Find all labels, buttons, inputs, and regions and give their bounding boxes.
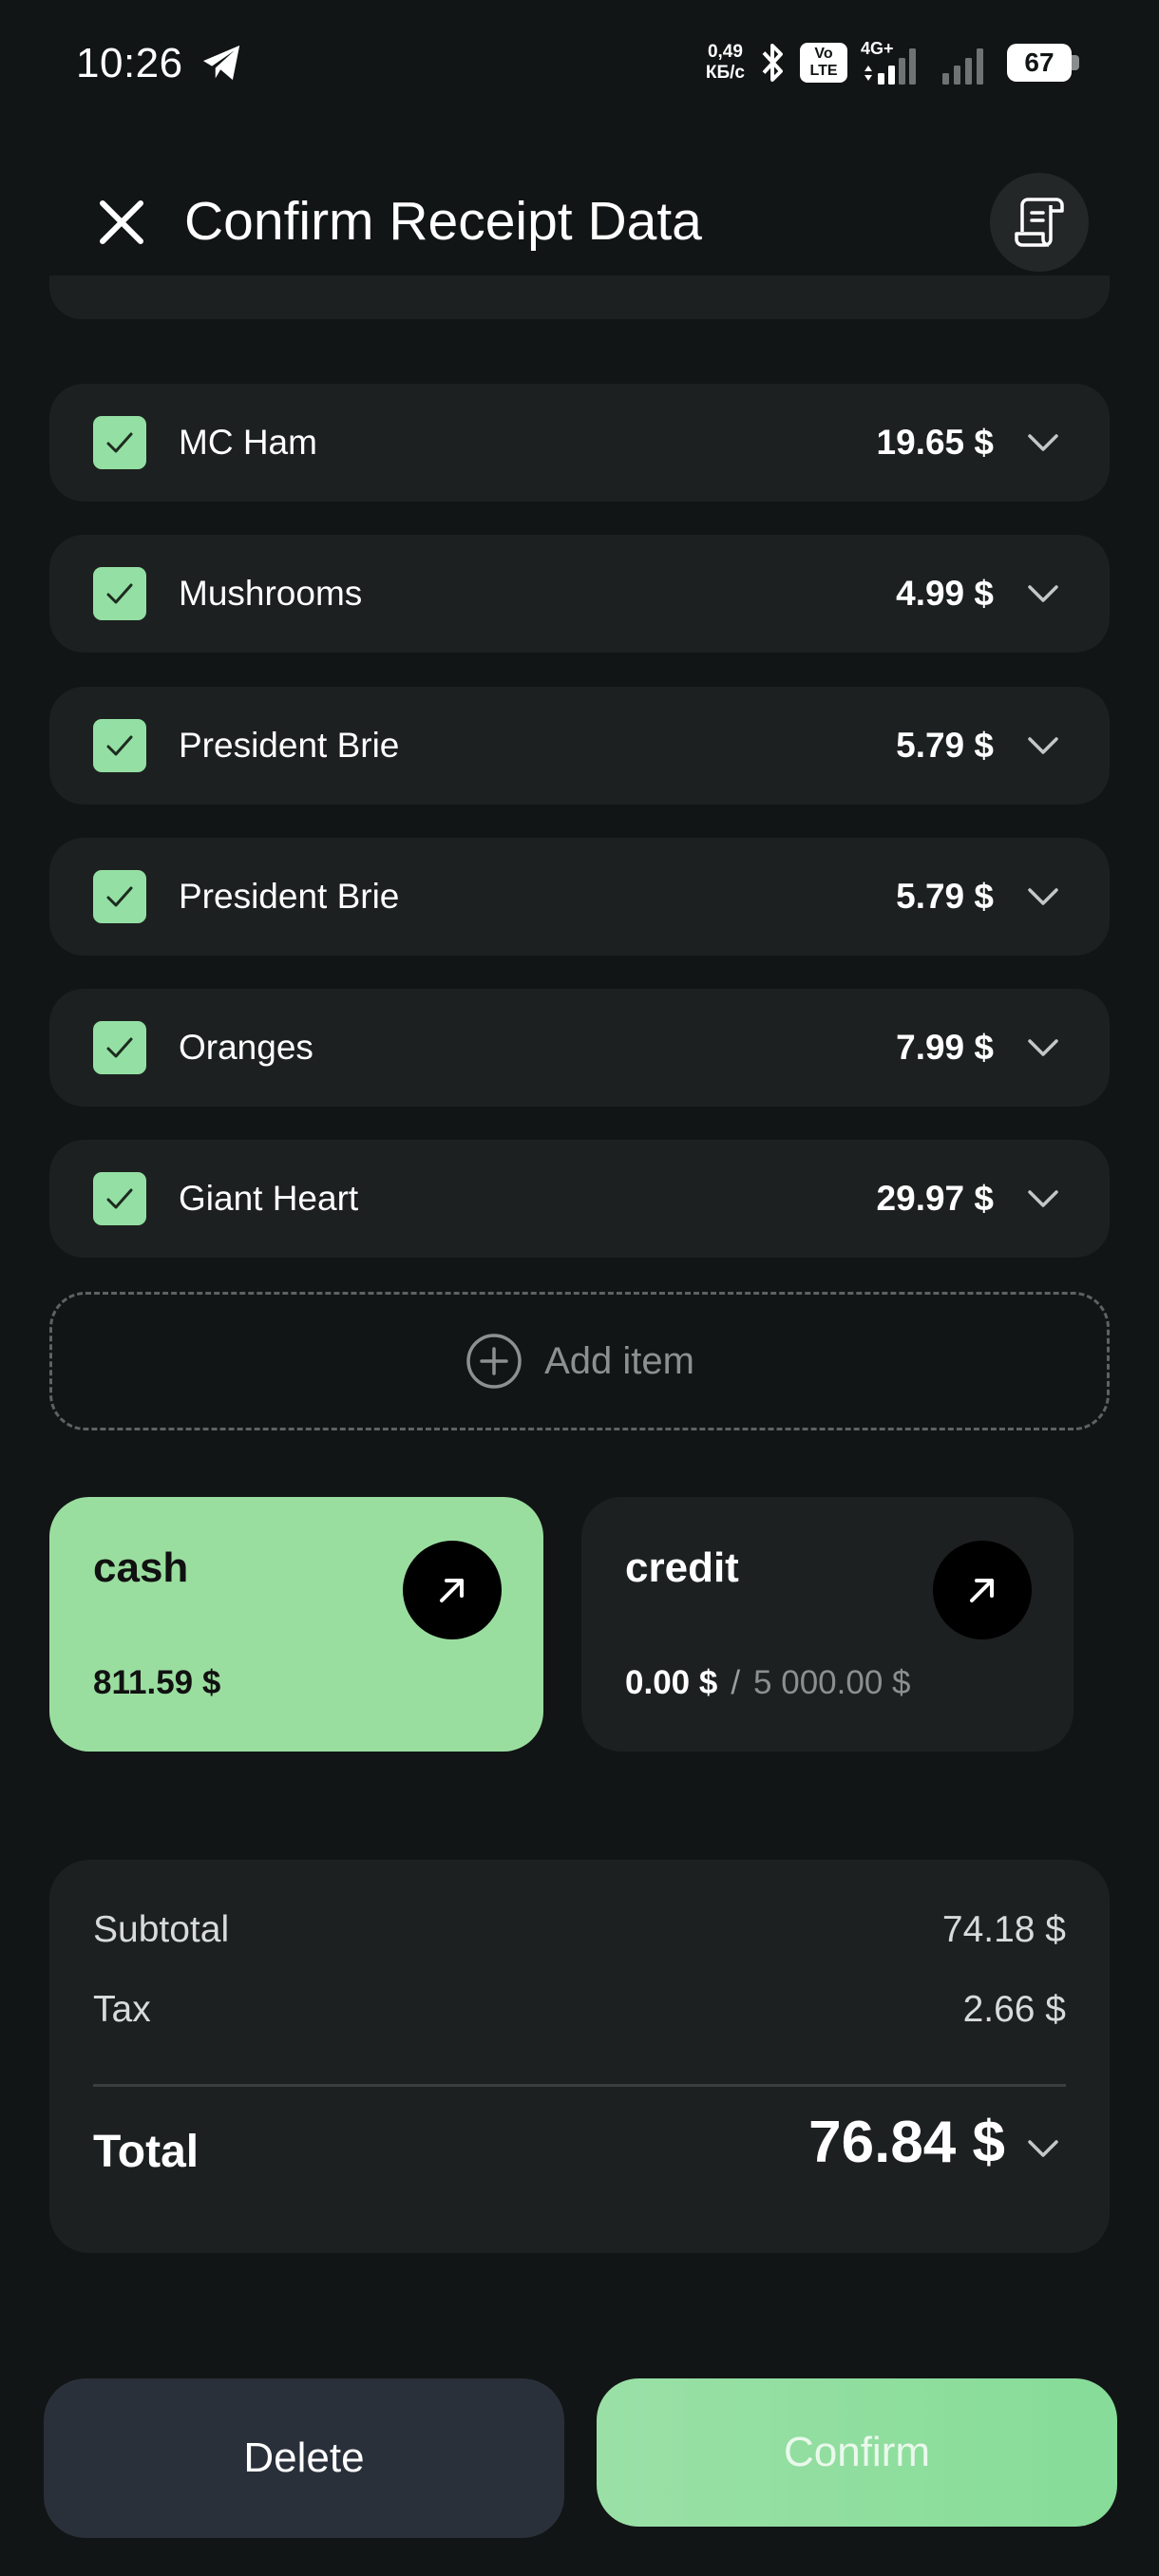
plus-circle-icon (466, 1334, 522, 1389)
item-name: Oranges (179, 1028, 314, 1067)
account-card-cash[interactable]: cash 811.59 $ (49, 1497, 543, 1752)
chevron-down-icon[interactable] (1022, 876, 1064, 918)
item-price: 7.99 $ (896, 1028, 994, 1067)
header: Confirm Receipt Data (0, 161, 1159, 275)
item-price: 29.97 $ (876, 1179, 994, 1218)
chevron-down-icon[interactable] (1022, 1027, 1064, 1069)
account-name: credit (625, 1544, 739, 1591)
close-icon[interactable] (91, 192, 152, 253)
account-name: cash (93, 1544, 189, 1591)
account-open-button[interactable] (403, 1541, 502, 1639)
chevron-down-icon[interactable] (1022, 725, 1064, 767)
network-speed: 0,49 КБ/с (706, 42, 745, 84)
chevron-down-icon[interactable] (1022, 2128, 1064, 2169)
add-item-label: Add item (544, 1339, 694, 1382)
item-price: 5.79 $ (896, 726, 994, 765)
list-item[interactable]: Oranges 7.99 $ (49, 989, 1110, 1107)
list-item[interactable]: Mushrooms 4.99 $ (49, 535, 1110, 653)
account-balance-row: 0.00 $ / 5 000.00 $ (625, 1664, 910, 1702)
receipt-button[interactable] (990, 173, 1089, 272)
arrow-up-right-icon (970, 1579, 994, 1602)
chevron-down-icon[interactable] (1022, 1178, 1064, 1220)
total-label: Total (93, 2127, 200, 2177)
status-time: 10:26 (76, 40, 183, 86)
check-icon (106, 735, 133, 756)
tax-label: Tax (93, 1989, 151, 2030)
item-checkbox[interactable] (93, 1172, 146, 1225)
check-icon (106, 1188, 133, 1209)
bluetooth-icon (762, 44, 783, 82)
summary-divider (93, 2084, 1066, 2087)
check-icon (106, 583, 133, 604)
volte-badge: Vo LTE (800, 43, 847, 83)
list-item[interactable]: President Brie 5.79 $ (49, 838, 1110, 956)
item-price: 19.65 $ (876, 423, 994, 462)
account-limit: 5 000.00 $ (753, 1664, 911, 1701)
check-icon (106, 432, 133, 453)
arrow-up-right-icon (440, 1579, 464, 1602)
item-price: 4.99 $ (896, 574, 994, 613)
add-item-button[interactable]: Add item (49, 1292, 1110, 1430)
item-name: President Brie (179, 726, 400, 765)
account-card-credit[interactable]: credit 0.00 $ / 5 000.00 $ (581, 1497, 1074, 1752)
item-name: Giant Heart (179, 1179, 359, 1218)
balance-separator: / (731, 1664, 741, 1701)
account-balance: 0.00 $ (625, 1664, 718, 1701)
tax-value: 2.66 $ (962, 1989, 1066, 2030)
account-open-button[interactable] (933, 1541, 1032, 1639)
list-item[interactable]: MC Ham 19.65 $ (49, 384, 1110, 502)
signal-bars-icon (864, 48, 916, 85)
subtotal-label: Subtotal (93, 1909, 230, 1950)
confirm-button[interactable]: Confirm (597, 2378, 1117, 2527)
network-speed-value: 0,49 (707, 42, 743, 62)
signal-sim1: 4G+ (861, 39, 927, 86)
item-checkbox[interactable] (93, 416, 146, 469)
volte-top: Vo (814, 46, 833, 62)
item-price: 5.79 $ (896, 877, 994, 916)
item-name: MC Ham (179, 423, 317, 462)
item-checkbox[interactable] (93, 870, 146, 923)
summary-card: Subtotal 74.18 $ Tax 2.66 $ Total 76.84 … (49, 1860, 1110, 2253)
page-title: Confirm Receipt Data (184, 191, 702, 252)
chevron-down-icon[interactable] (1022, 573, 1064, 615)
total-value: 76.84 $ (808, 2110, 1005, 2175)
item-checkbox[interactable] (93, 1021, 146, 1074)
volte-bottom: LTE (809, 63, 838, 79)
list-item[interactable]: Giant Heart 29.97 $ (49, 1140, 1110, 1258)
status-indicators: 0,49 КБ/с Vo LTE 4G+ 67 (706, 36, 1079, 89)
list-item[interactable]: President Brie 5.79 $ (49, 687, 1110, 805)
delete-button[interactable]: Delete (44, 2378, 564, 2538)
subtotal-value: 74.18 $ (941, 1909, 1066, 1950)
item-checkbox[interactable] (93, 567, 146, 620)
receipt-icon (1015, 198, 1064, 247)
previous-card-edge (49, 275, 1110, 319)
battery-tip (1072, 55, 1079, 70)
chevron-down-icon[interactable] (1022, 422, 1064, 464)
telegram-icon (203, 45, 240, 81)
status-bar: 10:26 0,49 КБ/с Vo LTE 4G+ 67 (0, 0, 1159, 133)
check-icon (106, 886, 133, 907)
battery-level: 67 (1007, 44, 1072, 82)
item-checkbox[interactable] (93, 719, 146, 772)
network-speed-unit: КБ/с (705, 63, 745, 83)
item-name: President Brie (179, 877, 400, 916)
account-balance: 811.59 $ (93, 1664, 221, 1701)
check-icon (106, 1037, 133, 1058)
item-name: Mushrooms (179, 574, 363, 613)
battery-icon: 67 (1007, 44, 1079, 82)
signal-sim2-icon (942, 48, 983, 85)
